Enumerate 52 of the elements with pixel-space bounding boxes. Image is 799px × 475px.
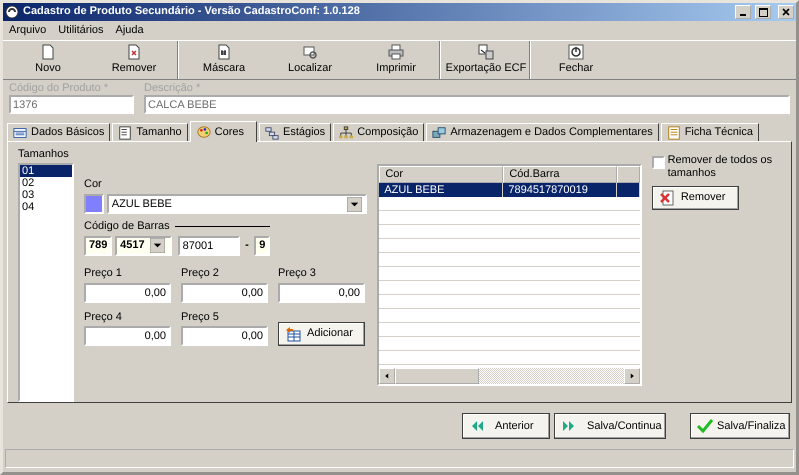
toolbar-button[interactable]: Fechar bbox=[533, 41, 619, 79]
window-title: Cadastro de Produto Secundário - Versão CadastroConf: 1.0.128 bbox=[23, 5, 361, 19]
add-button[interactable]: Adicionar bbox=[278, 322, 365, 346]
dropdown[interactable]: AZUL BEBE bbox=[106, 194, 368, 214]
input-field[interactable]: 0,00 bbox=[181, 282, 268, 302]
tab[interactable]: Cores bbox=[190, 121, 257, 142]
tab[interactable]: Tamanho bbox=[112, 123, 188, 142]
toolbar-button[interactable]: Novo bbox=[5, 41, 91, 79]
input-field[interactable]: 0,00 bbox=[84, 282, 171, 302]
toolbar-button[interactable]: Máscara bbox=[181, 41, 267, 79]
list-item[interactable]: 01 bbox=[20, 165, 72, 178]
footer-button[interactable]: Salva/Finaliza bbox=[690, 413, 790, 440]
footer-button[interactable]: Anterior bbox=[462, 413, 550, 440]
column-header[interactable]: Cor bbox=[379, 166, 504, 184]
remove-button[interactable]: Remover bbox=[652, 186, 739, 210]
checkbox-label: Remover de todos os tamanhos bbox=[668, 154, 774, 180]
tab[interactable]: Composição bbox=[333, 123, 424, 142]
menu-item[interactable]: Utilitários bbox=[58, 24, 104, 38]
input-field[interactable]: 0,00 bbox=[278, 282, 365, 302]
list-item[interactable]: 02 bbox=[20, 177, 72, 190]
group-label: Código de Barras bbox=[84, 220, 170, 233]
toolbar-button[interactable]: Exportação ECF bbox=[443, 41, 529, 79]
field-label: Preço 2 bbox=[181, 266, 220, 280]
field-label: Preço 5 bbox=[181, 310, 220, 324]
toolbar-button[interactable]: Remover bbox=[91, 41, 177, 79]
toolbar-button[interactable]: Localizar bbox=[267, 41, 353, 79]
toolbar-button[interactable]: Imprimir bbox=[353, 41, 439, 79]
input-field[interactable]: 0,00 bbox=[84, 326, 171, 346]
check-digit-field: 9 bbox=[254, 236, 270, 256]
field-label: Preço 1 bbox=[84, 266, 123, 280]
input-field[interactable]: 0,00 bbox=[181, 326, 268, 346]
table-row[interactable]: AZUL BEBE 7894517870019 bbox=[379, 183, 640, 198]
separator-text: - bbox=[244, 238, 250, 252]
menu-item[interactable]: Ajuda bbox=[116, 24, 144, 38]
company-dropdown[interactable]: 4517 bbox=[115, 236, 172, 256]
field-label: Preço 4 bbox=[84, 310, 123, 324]
barcode-prefix-field: 789 bbox=[84, 236, 112, 256]
tab[interactable]: Armazenagem e Dados Complementares bbox=[426, 123, 659, 142]
menu-item[interactable]: Arquivo bbox=[9, 24, 46, 38]
data-grid[interactable]: Cor Cód.Barra AZUL BEBE 7894517870019 bbox=[377, 164, 642, 386]
input-field[interactable]: 87001 bbox=[178, 236, 240, 256]
list-item[interactable]: 04 bbox=[20, 201, 72, 214]
tab[interactable]: Ficha Técnica bbox=[660, 123, 759, 142]
tab[interactable]: Estágios bbox=[258, 123, 332, 142]
tab[interactable]: Dados Básicos bbox=[7, 123, 110, 142]
sizes-list[interactable]: 01 02 03 04 bbox=[18, 163, 74, 402]
footer-button[interactable]: Salva/Continua bbox=[554, 413, 666, 440]
column-header[interactable]: Cód.Barra bbox=[503, 166, 618, 184]
list-label: Tamanhos bbox=[18, 148, 70, 162]
list-item[interactable]: 03 bbox=[20, 189, 72, 202]
field-label: Preço 3 bbox=[278, 266, 317, 280]
field-label: Cor bbox=[84, 178, 103, 192]
